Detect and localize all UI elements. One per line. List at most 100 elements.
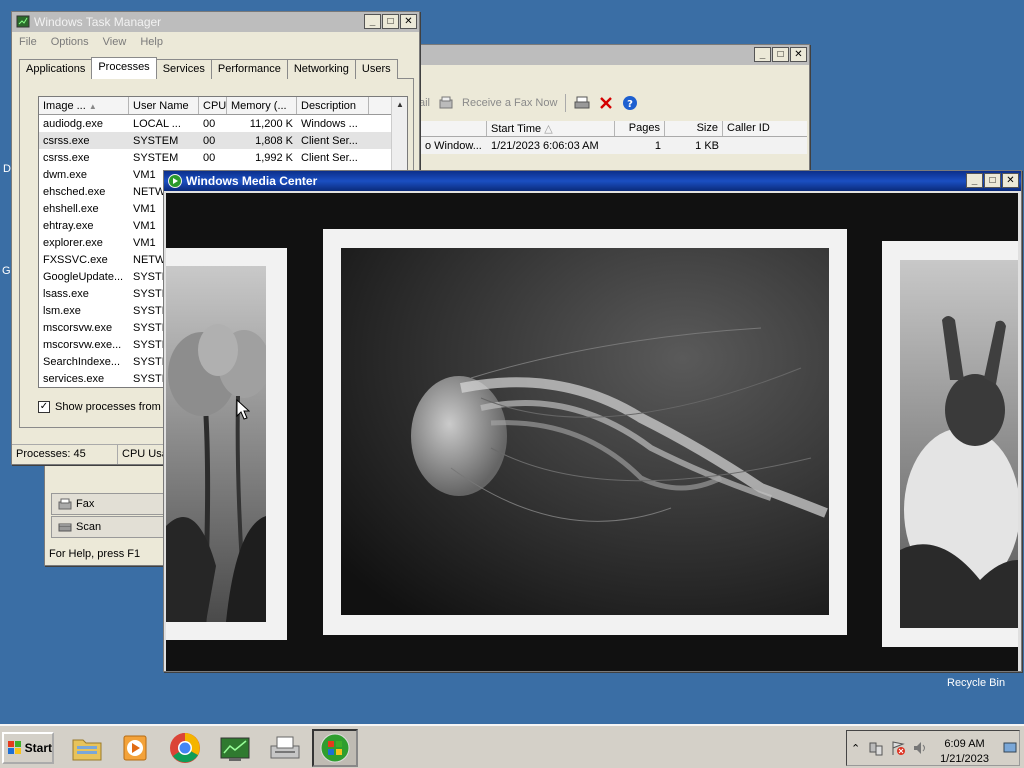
taskbar-media-center[interactable] [312,729,358,767]
menu-file[interactable]: File [19,36,37,48]
media-center-title: Windows Media Center [186,174,318,188]
menu-view[interactable]: View [103,36,127,48]
show-hidden-icons-icon[interactable]: ⌃ [851,742,860,755]
taskbar-fax-scan[interactable] [262,729,308,767]
receive-fax-now-button[interactable]: Receive a Fax Now [462,97,557,109]
process-cell-image: ehshell.exe [43,202,99,215]
scroll-up-arrow-icon[interactable]: ▲ [392,97,407,113]
taskbar-media-player[interactable] [112,729,158,767]
clock-date: 1/21/2023 [940,753,989,765]
fax-col-caller-id[interactable]: Caller ID [723,121,807,136]
fax-maximize-button[interactable]: □ [772,47,789,62]
clock-time: 6:09 AM [944,738,985,750]
fax-list-header: Start Time △ Pages Size Caller ID [421,121,807,137]
fax-col-start-time[interactable]: Start Time △ [487,121,615,136]
photo-rabbit [900,260,1018,628]
process-cell-image: csrss.exe [43,151,90,164]
menu-options[interactable]: Options [51,36,89,48]
tab-services[interactable]: Services [155,59,212,79]
process-cell-user: LOCAL ... [133,117,181,130]
receive-fax-icon[interactable] [438,95,454,111]
start-label: Start [24,741,52,755]
fax-close-button[interactable]: ✕ [790,47,807,62]
toolbar-email-partial[interactable]: ail [419,97,430,109]
process-cell-user: SYSTEM [133,151,179,164]
tab-networking[interactable]: Networking [286,59,356,79]
taskbar-chrome[interactable] [162,729,208,767]
tab-processes[interactable]: Processes [91,57,157,79]
tab-performance[interactable]: Performance [210,59,288,79]
slideshow-area[interactable] [166,193,1018,671]
print-icon[interactable] [574,95,590,111]
process-cell-image: ehsched.exe [43,185,106,198]
show-desktop-icon[interactable] [1003,742,1017,754]
col-memory[interactable]: Memory (... [227,97,297,114]
scan-icon [58,523,72,532]
fax-col-pages[interactable]: Pages [615,121,665,136]
task-manager-titlebar[interactable]: Windows Task Manager _ □ ✕ [12,12,419,32]
process-cell-image: SearchIndexe... [43,355,121,368]
tab-applications[interactable]: Applications [19,59,93,79]
menu-help[interactable]: Help [140,36,163,48]
process-cell-cpu: 00 [203,151,216,164]
col-description[interactable]: Description [297,97,369,114]
media-center-icon [168,174,182,188]
media-center-titlebar[interactable]: Windows Media Center _ □ ✕ [164,171,1021,191]
fax-nav-scan[interactable]: Scan [51,516,167,538]
fax-nav-fax[interactable]: Fax [51,493,167,515]
media-center-window: Windows Media Center _ □ ✕ [163,170,1022,672]
fax-col-blank [421,121,487,136]
fax-nav-fax-label: Fax [76,498,95,510]
taskbar-task-manager[interactable] [212,729,258,767]
help-icon[interactable]: ? [622,95,638,111]
action-center-flag-icon[interactable] [890,740,906,756]
wmc-close-button[interactable]: ✕ [1002,173,1019,188]
fax-nav-scan-label: Scan [76,521,102,533]
process-cell-mem: 11,200 K [249,117,293,130]
chrome-icon [170,733,200,763]
media-center-taskbar-icon [320,733,350,763]
fax-row-sender: o Window... [425,139,482,152]
process-row[interactable]: audiodg.exe LOCAL ... 00 11,200 K Windows ..… [39,115,407,132]
recycle-bin-label[interactable]: Recycle Bin [947,677,1005,689]
taskbar-explorer[interactable] [64,729,110,767]
fax-col-size[interactable]: Size [665,121,723,136]
wmc-maximize-button[interactable]: □ [984,173,1001,188]
process-list-header: Image ... ▲ User Name CPU Memory (... De… [39,97,407,115]
checkbox-box[interactable]: ✓ [38,401,50,413]
network-tray-icon[interactable] [868,740,884,756]
fax-row-size: 1 KB [695,139,719,152]
show-all-processes-checkbox[interactable]: ✓ Show processes from a [38,401,170,413]
task-manager-icon [16,15,30,28]
wmc-minimize-button[interactable]: _ [966,173,983,188]
process-cell-desc: Client Ser... [301,134,358,147]
process-cell-image: FXSSVC.exe [43,253,108,266]
process-row[interactable]: csrss.exe SYSTEM 00 1,992 K Client Ser... [39,149,407,166]
fax-row-start-time: 1/21/2023 6:06:03 AM [491,139,599,152]
system-tray: ⌃ 6:09 AM 1/21/2023 [846,730,1020,766]
process-cell-cpu: 00 [203,134,216,147]
delete-icon[interactable] [598,95,614,111]
fax-scan-taskbar-icon [270,736,300,759]
process-cell-image: GoogleUpdate... [43,270,124,283]
process-cell-image: lsm.exe [43,304,81,317]
col-image-name[interactable]: Image ... ▲ [39,97,129,114]
tm-maximize-button[interactable]: □ [382,14,399,29]
fax-list-row[interactable]: o Window... 1/21/2023 6:06:03 AM 1 1 KB [421,137,807,154]
tm-minimize-button[interactable]: _ [364,14,381,29]
process-cell-desc: Client Ser... [301,151,358,164]
tm-close-button[interactable]: ✕ [400,14,417,29]
col-cpu[interactable]: CPU [199,97,227,114]
volume-icon[interactable] [912,740,928,756]
tab-users[interactable]: Users [354,59,398,79]
taskbar: Start ⌃ 6:09 AM 1/21/2023 [0,724,1024,768]
fax-minimize-button[interactable]: _ [754,47,771,62]
svg-text:?: ? [627,99,633,110]
fax-icon [58,498,72,510]
start-button[interactable]: Start [2,732,54,764]
clock[interactable]: 6:09 AM 1/21/2023 [940,737,989,767]
col-user-name[interactable]: User Name [129,97,199,114]
process-cell-mem: 1,992 K [255,151,293,164]
fax-message-list[interactable]: Start Time △ Pages Size Caller ID o Wind… [421,121,807,154]
process-row[interactable]: csrss.exe SYSTEM 00 1,808 K Client Ser... [39,132,407,149]
